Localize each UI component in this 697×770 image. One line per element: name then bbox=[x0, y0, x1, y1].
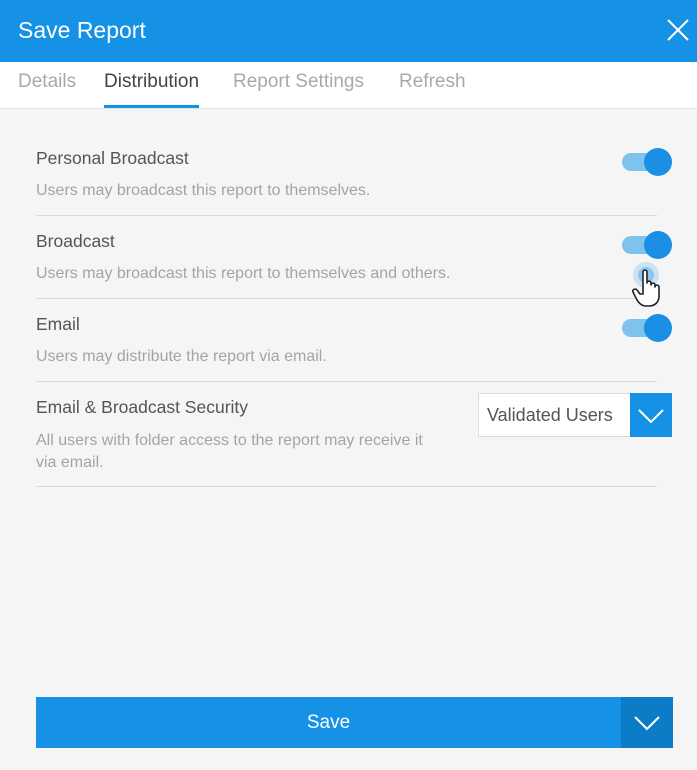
security-select[interactable]: Validated Users bbox=[478, 393, 672, 437]
tab-details[interactable]: Details bbox=[18, 71, 76, 108]
setting-description: Users may distribute the report via emai… bbox=[36, 348, 327, 365]
setting-description: Users may broadcast this report to thems… bbox=[36, 265, 451, 282]
tab-report-settings[interactable]: Report Settings bbox=[233, 71, 364, 108]
tab-distribution[interactable]: Distribution bbox=[104, 71, 200, 108]
dialog-title: Save Report bbox=[18, 17, 146, 43]
toggle-knob bbox=[644, 231, 672, 259]
email-toggle[interactable] bbox=[622, 313, 672, 343]
divider bbox=[36, 486, 657, 487]
setting-label: Email & Broadcast Security bbox=[36, 397, 249, 417]
personal-broadcast-toggle[interactable] bbox=[622, 147, 672, 177]
save-bar: Save bbox=[36, 697, 673, 748]
toggle-knob bbox=[644, 148, 672, 176]
setting-label: Email bbox=[36, 314, 80, 334]
tab-bar: Details Distribution Report Settings Ref… bbox=[0, 62, 697, 109]
close-icon[interactable] bbox=[665, 17, 691, 43]
setting-description: Users may broadcast this report to thems… bbox=[36, 182, 371, 199]
security-select-value: Validated Users bbox=[487, 405, 613, 425]
divider bbox=[36, 381, 657, 382]
broadcast-toggle[interactable] bbox=[622, 230, 672, 260]
toggle-knob bbox=[644, 314, 672, 342]
save-options-button[interactable] bbox=[621, 697, 673, 748]
save-button[interactable]: Save bbox=[36, 697, 621, 748]
chevron-down-icon[interactable] bbox=[630, 393, 672, 437]
chevron-down-icon bbox=[634, 716, 660, 731]
divider bbox=[36, 215, 657, 216]
setting-description: All users with folder access to the repo… bbox=[36, 432, 423, 471]
dialog-titlebar: Save Report bbox=[0, 0, 697, 62]
divider bbox=[36, 298, 657, 299]
setting-label: Personal Broadcast bbox=[36, 148, 189, 168]
tab-refresh[interactable]: Refresh bbox=[399, 71, 466, 108]
hand-pointer-icon bbox=[626, 260, 670, 308]
setting-label: Broadcast bbox=[36, 231, 115, 251]
